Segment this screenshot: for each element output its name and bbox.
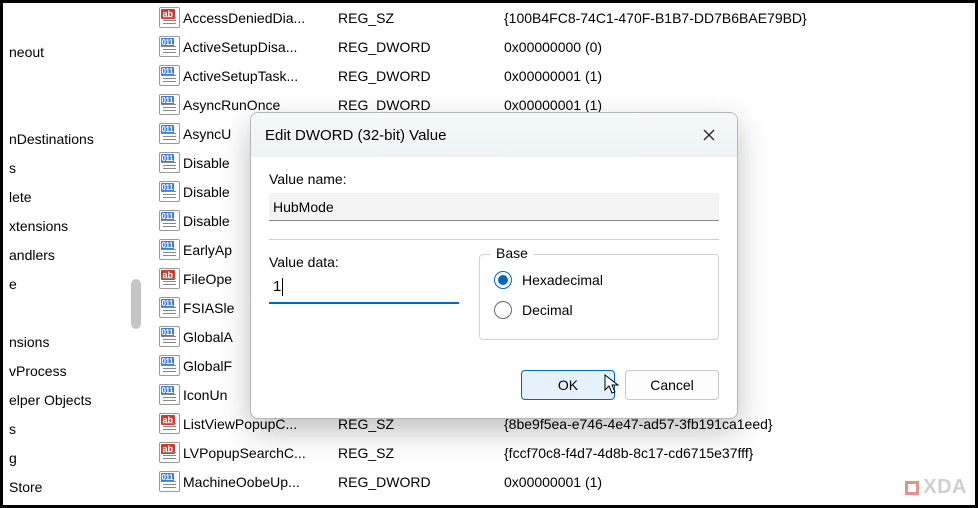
value-type-cell: REG_DWORD [338,68,504,84]
binary-value-icon: 011 [159,210,180,231]
tree-item[interactable]: laces [7,502,146,508]
tree-scrollbar-thumb[interactable] [131,279,141,329]
binary-value-icon: 011 [159,384,180,405]
tree-panel: neout nDestinations s lete xtensions and… [3,3,146,505]
tree-item[interactable]: g [7,444,146,473]
value-name-cell: ActiveSetupDisa... [183,39,338,55]
binary-value-icon: 011 [159,181,180,202]
divider [269,239,719,240]
value-data-input[interactable]: 1 [269,276,459,304]
radio-icon [494,271,512,289]
tree-item[interactable]: s [7,154,146,183]
binary-value-icon: 011 [159,239,180,260]
value-data-cell: {fccf70c8-f4d7-4d8b-8c17-cd6715e37fff} [504,445,978,461]
tree-item[interactable]: xtensions [7,212,146,241]
tree-item[interactable]: neout [7,38,146,67]
string-value-icon: ab [159,413,180,434]
tree-item[interactable]: s [7,415,146,444]
value-name-cell: MachineOobeUp... [183,474,338,490]
value-data-cell: 0x00000000 (0) [504,39,978,55]
tree-item[interactable]: andlers [7,241,146,270]
table-row[interactable]: 011ActiveSetupTask...REG_DWORD0x00000001… [155,61,978,90]
tree-item[interactable]: e [7,270,146,299]
binary-value-icon: 011 [159,65,180,86]
radio-decimal[interactable]: Decimal [494,295,704,325]
binary-value-icon: 011 [159,297,180,318]
watermark-text: XDA [923,476,967,499]
tree-item[interactable]: nsions [7,328,146,357]
tree-item[interactable] [7,9,146,38]
watermark: XDA [905,476,967,499]
table-row[interactable]: 011MachineOobeUp...REG_DWORD0x00000001 (… [155,467,978,496]
value-data-cell: 0x00000001 (1) [504,97,978,113]
binary-value-icon: 011 [159,471,180,492]
radio-icon [494,301,512,319]
value-type-cell: REG_SZ [338,10,504,26]
cancel-button[interactable]: Cancel [625,370,719,400]
close-icon [702,128,716,142]
close-button[interactable] [695,121,723,149]
table-row[interactable]: abAccessDeniedDia...REG_SZ{100B4FC8-74C1… [155,3,978,32]
value-type-cell: REG_DWORD [338,474,504,490]
value-data-label: Value data: [269,254,459,270]
base-label: Base [490,245,534,261]
tree-item[interactable]: elper Objects [7,386,146,415]
edit-dword-dialog: Edit DWORD (32-bit) Value Value name: Va… [250,112,738,419]
value-name-cell: LVPopupSearchC... [183,445,338,461]
binary-value-icon: 011 [159,36,180,57]
table-row[interactable]: 011ActiveSetupDisa...REG_DWORD0x00000000… [155,32,978,61]
value-name-label: Value name: [269,171,719,187]
binary-value-icon: 011 [159,94,180,115]
value-name-cell: ActiveSetupTask... [183,68,338,84]
value-data-cell: {100B4FC8-74C1-470F-B1B7-DD7B6BAE79BD} [504,10,978,26]
ok-button[interactable]: OK [521,370,615,400]
value-name-cell: AsyncRunOnce [183,97,338,113]
tree-item[interactable]: lete [7,183,146,212]
radio-label: Hexadecimal [522,272,603,288]
tree-item[interactable] [7,96,146,125]
tree-item[interactable] [7,299,146,328]
value-type-cell: REG_DWORD [338,39,504,55]
string-value-icon: ab [159,7,180,28]
table-row[interactable]: abLVPopupSearchC...REG_SZ{fccf70c8-f4d7-… [155,438,978,467]
radio-label: Decimal [522,302,573,318]
value-name-input[interactable] [269,193,719,221]
value-data-cell: 0x00000001 (1) [504,68,978,84]
tree-item[interactable]: vProcess [7,357,146,386]
dialog-title: Edit DWORD (32-bit) Value [265,127,446,144]
tree-item[interactable]: Store [7,473,146,502]
tree-item[interactable] [7,67,146,96]
binary-value-icon: 011 [159,326,180,347]
binary-value-icon: 011 [159,152,180,173]
value-name-cell: AccessDeniedDia... [183,10,338,26]
base-group: Base Hexadecimal Decimal [479,254,719,340]
dialog-titlebar[interactable]: Edit DWORD (32-bit) Value [251,113,737,157]
radio-hexadecimal[interactable]: Hexadecimal [494,265,704,295]
tree-item[interactable]: nDestinations [7,125,146,154]
binary-value-icon: 011 [159,355,180,376]
string-value-icon: ab [159,268,180,289]
value-type-cell: REG_DWORD [338,97,504,113]
string-value-icon: ab [159,442,180,463]
binary-value-icon: 011 [159,123,180,144]
value-type-cell: REG_SZ [338,445,504,461]
watermark-icon [905,481,919,495]
